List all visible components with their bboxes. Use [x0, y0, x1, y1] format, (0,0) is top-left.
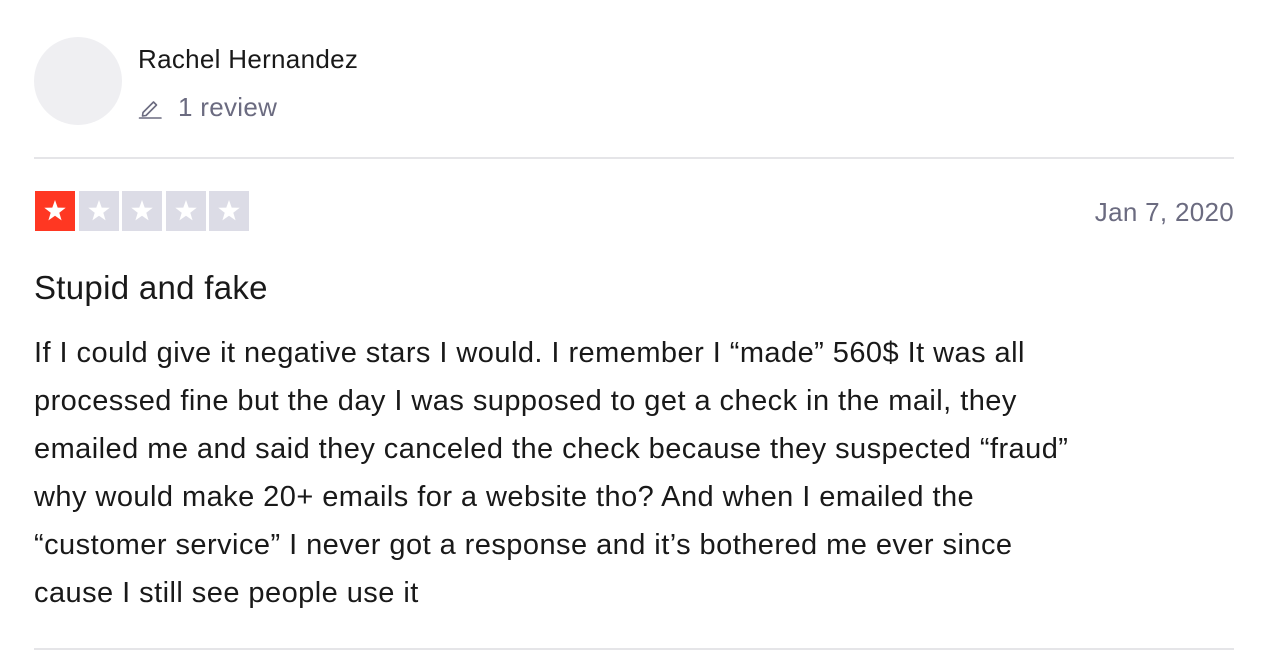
review-title[interactable]: Stupid and fake — [34, 269, 268, 307]
footer-divider — [34, 648, 1234, 650]
review-body-line: cause I still see people use it — [34, 577, 419, 609]
reviewer-header: Rachel Hernandez 1 review — [34, 37, 1234, 127]
header-divider — [34, 157, 1234, 159]
review-card: Rachel Hernandez 1 review Jan 7, 2020 St… — [34, 0, 1234, 660]
review-body-line: why would make 20+ emails for a website … — [34, 481, 975, 513]
review-body-line: “customer service” I never got a respons… — [34, 529, 1013, 561]
review-body-line: emailed me and said they canceled the ch… — [34, 433, 1069, 465]
reviewer-review-count[interactable]: 1 review — [138, 92, 277, 122]
avatar[interactable] — [34, 37, 122, 125]
star-icon — [35, 191, 75, 231]
star-icon — [122, 191, 162, 231]
review-body-line: If I could give it negative stars I woul… — [34, 337, 1025, 369]
star-icon — [78, 191, 119, 231]
star-icon — [209, 191, 249, 231]
review-count-label: 1 review — [178, 92, 278, 122]
review-date: Jan 7, 2020 — [1094, 197, 1234, 227]
review-body: If I could give it negative stars I woul… — [34, 329, 1234, 617]
star-icon — [165, 191, 206, 231]
pencil-icon — [138, 95, 162, 119]
reviewer-name[interactable]: Rachel Hernandez — [138, 44, 358, 74]
review-body-line: processed fine but the day I was suppose… — [34, 385, 1017, 417]
star-rating — [35, 191, 253, 231]
